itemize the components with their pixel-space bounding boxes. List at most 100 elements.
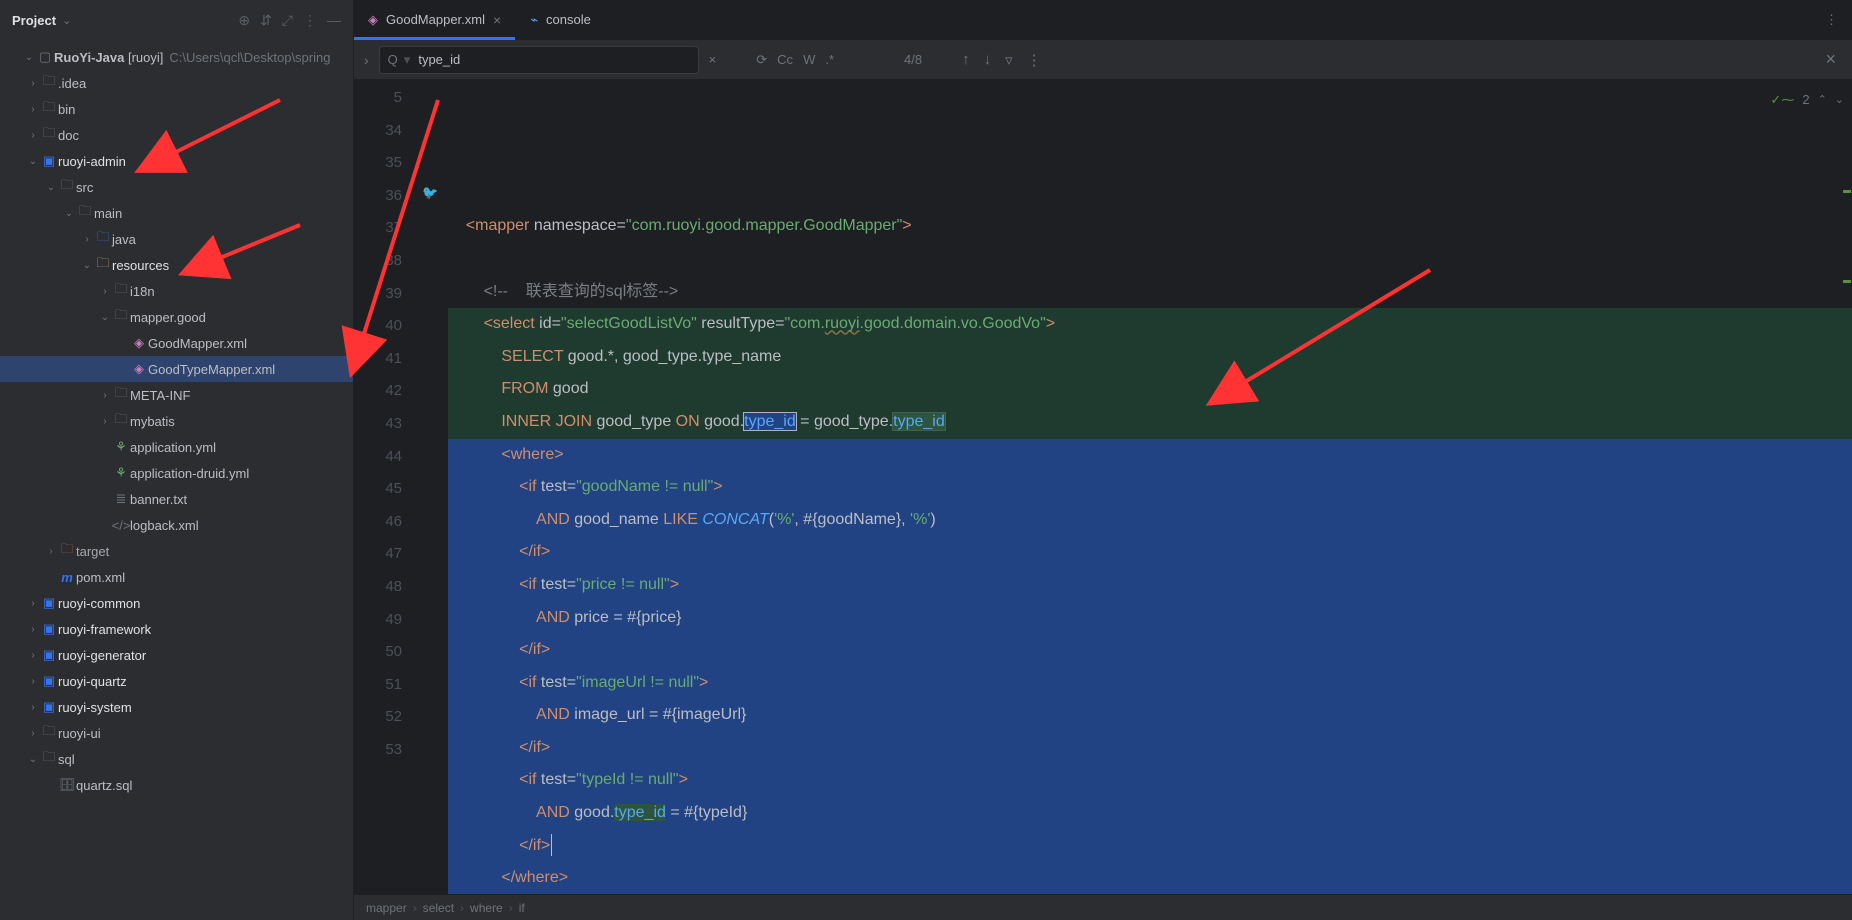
- more-icon[interactable]: ⋮: [303, 12, 317, 29]
- close-icon[interactable]: ×: [493, 12, 501, 28]
- tree-node[interactable]: ⌄🗀src: [0, 174, 353, 200]
- tree-node[interactable]: ›🗀ruoyi-ui: [0, 720, 353, 746]
- code-area[interactable]: 5343536373839404142434445464748495051525…: [354, 80, 1852, 894]
- module-icon: ▣: [40, 595, 58, 611]
- tree-label: java: [112, 232, 136, 247]
- check-icon: ✓⁓: [1770, 84, 1794, 117]
- crumb[interactable]: mapper: [366, 901, 407, 915]
- tree-node[interactable]: ⌄▣ruoyi-admin: [0, 148, 353, 174]
- yml-icon: ⚘: [112, 465, 130, 481]
- tree-node[interactable]: ›▣ruoyi-quartz: [0, 668, 353, 694]
- code-content[interactable]: ✓⁓ 2 ⌃ ⌄ <mapper namespace="com.ruoyi.go…: [448, 80, 1852, 894]
- tab-goodmapper[interactable]: ◈ GoodMapper.xml ×: [354, 0, 516, 39]
- tree-label: ruoyi-framework: [58, 622, 151, 637]
- tree-node[interactable]: ›▣ruoyi-generator: [0, 642, 353, 668]
- tree-label: i18n: [130, 284, 155, 299]
- tree-label: .idea: [58, 76, 86, 91]
- tree-node[interactable]: </>logback.xml: [0, 512, 353, 538]
- tree-label: resources: [112, 258, 169, 273]
- tab-label: console: [546, 12, 591, 27]
- xml-icon: ◈: [130, 361, 148, 377]
- hide-icon[interactable]: —: [327, 12, 341, 28]
- tree-node[interactable]: ⌄🗀mapper.good: [0, 304, 353, 330]
- find-next-icon[interactable]: ↓: [984, 51, 992, 68]
- tree-node[interactable]: ›▣ruoyi-common: [0, 590, 353, 616]
- filter-icon[interactable]: ▿: [1005, 51, 1013, 69]
- regex-toggle[interactable]: .*: [825, 52, 834, 67]
- tree-node[interactable]: ›▣ruoyi-system: [0, 694, 353, 720]
- tree-node[interactable]: ⌄🗀resources: [0, 252, 353, 278]
- chevron-down-icon[interactable]: ⌄: [1835, 84, 1844, 117]
- find-input[interactable]: [416, 51, 689, 68]
- problem-count: 2: [1802, 84, 1809, 117]
- tree-root[interactable]: ⌄ ▢ RuoYi-Java [ruoyi] C:\Users\qcl\Desk…: [0, 44, 353, 70]
- tree-label: ruoyi-ui: [58, 726, 101, 741]
- tree-node[interactable]: ›🗀target: [0, 538, 353, 564]
- tree-label: ruoyi-admin: [58, 154, 126, 169]
- folder-icon: 🗀: [112, 306, 130, 328]
- tree-label: doc: [58, 128, 79, 143]
- tree-label: ruoyi-system: [58, 700, 132, 715]
- chevron-up-icon[interactable]: ⌃: [1818, 84, 1827, 117]
- folder-icon: 🗀: [40, 748, 58, 770]
- chevron-down-icon[interactable]: ⌄: [62, 14, 71, 27]
- tree-label: ruoyi-quartz: [58, 674, 127, 689]
- match-case-toggle[interactable]: Cc: [777, 52, 793, 67]
- tree-node[interactable]: ›🗀java: [0, 226, 353, 252]
- folder-icon: 🗀: [40, 72, 58, 94]
- folder-icon: 🗀: [58, 176, 76, 198]
- tab-console[interactable]: ⌁ console: [516, 0, 606, 39]
- folder-icon: 🗀: [40, 124, 58, 146]
- find-more-icon[interactable]: ⋮: [1027, 51, 1042, 69]
- words-toggle[interactable]: W: [803, 52, 815, 67]
- module-icon: ▣: [40, 647, 58, 663]
- code-icon: </>: [112, 518, 130, 533]
- find-input-wrapper: Q ▾: [379, 46, 699, 74]
- tree-node[interactable]: ◈GoodTypeMapper.xml: [0, 356, 353, 382]
- select-opened-file-icon[interactable]: ⊕: [238, 12, 250, 29]
- folder-icon: 🗀: [76, 202, 94, 224]
- tree-node[interactable]: ›🗀bin: [0, 96, 353, 122]
- find-prev-icon[interactable]: ↑: [962, 51, 970, 68]
- tree-node[interactable]: ◈GoodMapper.xml: [0, 330, 353, 356]
- tree-node[interactable]: ≣banner.txt: [0, 486, 353, 512]
- crumb[interactable]: if: [519, 901, 525, 915]
- gutter-marks: 🐦: [420, 80, 448, 894]
- tree-label: src: [76, 180, 93, 195]
- tree-node[interactable]: ›🗀mybatis: [0, 408, 353, 434]
- tab-label: GoodMapper.xml: [386, 12, 485, 27]
- tree-label: ruoyi-generator: [58, 648, 146, 663]
- more-tabs-icon[interactable]: ⋮: [1825, 12, 1838, 28]
- find-expand-icon[interactable]: ›: [364, 52, 369, 68]
- collapse-all-icon[interactable]: ⤢: [282, 12, 293, 29]
- tree-node[interactable]: ›🗀i18n: [0, 278, 353, 304]
- breadcrumbs[interactable]: mapper› select› where› if: [354, 894, 1852, 920]
- inspection-widget[interactable]: ✓⁓ 2 ⌃ ⌄: [1770, 84, 1844, 117]
- sidebar-title[interactable]: Project: [12, 13, 56, 28]
- xml-icon: ◈: [130, 335, 148, 351]
- root-label: RuoYi-Java: [54, 50, 124, 65]
- module-icon: ▢: [36, 49, 54, 65]
- project-sidebar: Project ⌄ ⊕ ⇵ ⤢ ⋮ — ⌄ ▢ RuoYi-Java [ruoy…: [0, 0, 354, 920]
- project-tree[interactable]: ⌄ ▢ RuoYi-Java [ruoyi] C:\Users\qcl\Desk…: [0, 40, 353, 920]
- tree-node[interactable]: ⌄🗀main: [0, 200, 353, 226]
- close-find-icon[interactable]: ×: [1825, 49, 1842, 70]
- tree-node[interactable]: 🗄quartz.sql: [0, 772, 353, 798]
- tree-label: logback.xml: [130, 518, 199, 533]
- module-icon: ▣: [40, 673, 58, 689]
- tree-label: quartz.sql: [76, 778, 132, 793]
- tree-node[interactable]: ⚘application-druid.yml: [0, 460, 353, 486]
- expand-all-icon[interactable]: ⇵: [260, 12, 272, 29]
- tree-node[interactable]: ⌄🗀sql: [0, 746, 353, 772]
- tree-node[interactable]: ›🗀doc: [0, 122, 353, 148]
- tree-node[interactable]: ›🗀META-INF: [0, 382, 353, 408]
- clear-find-icon[interactable]: ×: [709, 52, 717, 67]
- tree-node[interactable]: ⚘application.yml: [0, 434, 353, 460]
- tree-node[interactable]: ›▣ruoyi-framework: [0, 616, 353, 642]
- crumb[interactable]: select: [423, 901, 454, 915]
- regex-replace-icon[interactable]: ⟳: [756, 52, 767, 68]
- crumb[interactable]: where: [470, 901, 503, 915]
- xml-icon: ◈: [368, 12, 378, 28]
- tree-node[interactable]: ›🗀.idea: [0, 70, 353, 96]
- tree-node[interactable]: mpom.xml: [0, 564, 353, 590]
